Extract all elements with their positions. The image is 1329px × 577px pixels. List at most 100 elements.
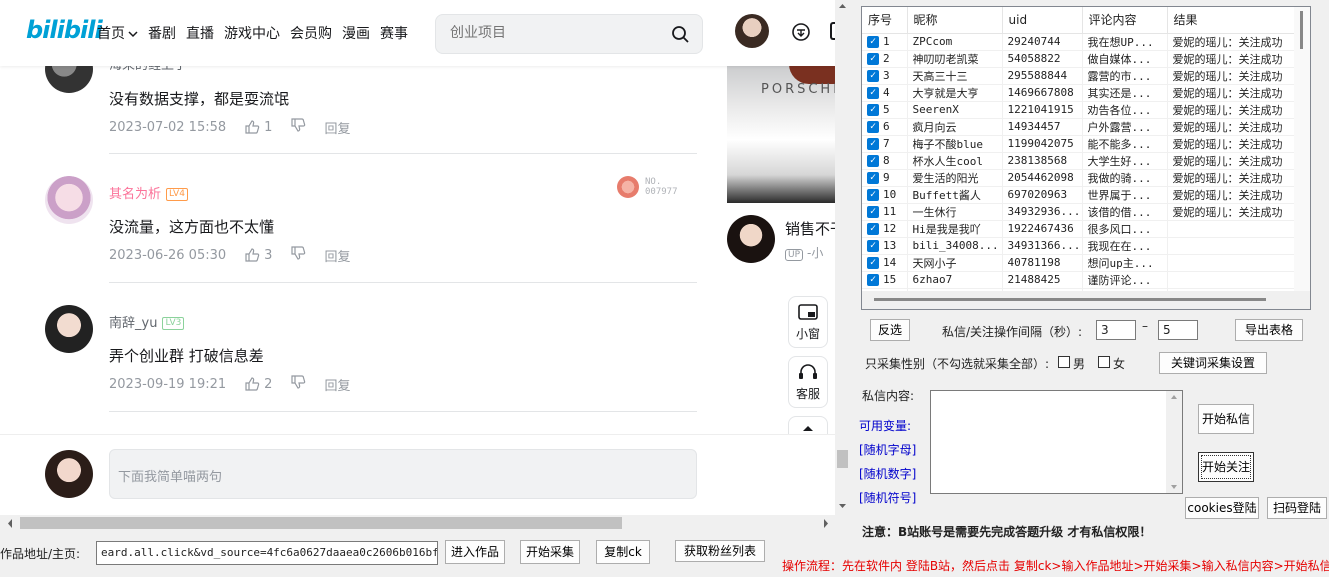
customer-service-button[interactable]: 客服	[788, 356, 828, 408]
like-button[interactable]: 1	[244, 119, 272, 135]
row-checkbox[interactable]: ✓	[867, 172, 879, 184]
browser-horizontal-scrollbar[interactable]	[0, 515, 835, 532]
avatar[interactable]	[45, 305, 93, 353]
textarea-scrollbar[interactable]	[1166, 391, 1182, 493]
table-row[interactable]: ✓ 8 杯水人生cool 238138568 大学生好... 爱妮的瑶儿：关注成功	[862, 152, 1298, 170]
dislike-button[interactable]	[290, 117, 306, 137]
table-row[interactable]: ✓ 6 疯月向云 14934457 户外露营... 爱妮的瑶儿：关注成功	[862, 118, 1298, 136]
table-horizontal-scrollbar[interactable]	[862, 291, 1310, 309]
user-avatar[interactable]	[735, 14, 769, 48]
row-checkbox[interactable]: ✓	[867, 53, 879, 65]
interval-min-input[interactable]: 3	[1096, 320, 1136, 340]
reply-button[interactable]: 回复	[324, 118, 350, 137]
url-input[interactable]: eard.all.click&vd_source=4fc6a0627daaea0…	[96, 541, 438, 565]
table-row[interactable]: ✓ 10 Buffett酱人 697020963 世界属于... 爱妮的瑶儿：关注成功	[862, 186, 1298, 204]
qr-login-button[interactable]: 扫码登陆	[1267, 497, 1327, 519]
var-random-letter[interactable]: [随机字母]	[859, 441, 916, 458]
reply-input[interactable]: 下面我简单喵两句	[109, 449, 697, 499]
table-row[interactable]: ✓ 11 一生休行 34932936... 该借的借... 爱妮的瑶儿：关注成功	[862, 203, 1298, 221]
table-row[interactable]: ✓ 1 ZPCcom 29240744 我在想UP... 爱妮的瑶儿：关注成功	[862, 33, 1298, 51]
header-uid[interactable]: uid	[1002, 7, 1083, 34]
message-textarea[interactable]	[930, 390, 1183, 494]
start-follow-button[interactable]: 开始关注	[1198, 452, 1254, 482]
like-button[interactable]: 3	[244, 247, 272, 263]
header-nickname[interactable]: 昵称	[907, 7, 1003, 34]
table-vertical-scrollbar[interactable]	[1294, 7, 1310, 291]
comment-author[interactable]: 南辞_yu LV3	[109, 312, 185, 331]
nav-home[interactable]: 首页	[97, 23, 138, 43]
dislike-button[interactable]	[290, 374, 306, 394]
male-checkbox[interactable]	[1058, 356, 1070, 368]
table-row[interactable]: ✓ 15 6zhao7 21488425 谨防评论...	[862, 271, 1298, 289]
header-edge-icon[interactable]	[830, 22, 835, 40]
row-checkbox[interactable]: ✓	[867, 274, 879, 286]
search-icon[interactable]	[670, 24, 690, 44]
start-message-button[interactable]: 开始私信	[1198, 404, 1254, 434]
var-random-symbol[interactable]: [随机符号]	[859, 489, 916, 506]
nav-esports[interactable]: 赛事	[380, 23, 408, 43]
row-checkbox[interactable]: ✓	[867, 87, 879, 99]
export-table-button[interactable]: 导出表格	[1235, 319, 1303, 341]
interval-label: 私信/关注操作间隔（秒）:	[942, 325, 1083, 339]
table-row[interactable]: ✓ 2 神叨叨老凯菜 54058822 做自媒体... 爱妮的瑶儿：关注成功	[862, 50, 1298, 68]
interval-max-input[interactable]: 5	[1158, 320, 1198, 340]
bilibili-logo[interactable]: bilibili	[26, 16, 103, 44]
row-checkbox[interactable]: ✓	[867, 206, 879, 218]
var-random-number[interactable]: [随机数字]	[859, 465, 916, 482]
table-row[interactable]: ✓ 7 梅子不酸blue 1199042075 能不能多... 爱妮的瑶儿：关注成功	[862, 135, 1298, 153]
avatar[interactable]	[45, 176, 93, 224]
row-checkbox[interactable]: ✓	[867, 138, 879, 150]
scroll-thumb[interactable]	[20, 517, 622, 529]
female-checkbox[interactable]	[1098, 356, 1110, 368]
like-button[interactable]: 2	[244, 376, 272, 392]
row-checkbox[interactable]: ✓	[867, 189, 879, 201]
dislike-button[interactable]	[290, 245, 306, 265]
scroll-thumb[interactable]	[874, 298, 1266, 301]
membership-icon[interactable]	[791, 22, 811, 42]
mini-window-button[interactable]: 小窗	[788, 296, 828, 348]
video-thumbnail[interactable]: PORSCHE	[727, 62, 835, 203]
nav-game-center[interactable]: 游戏中心	[224, 23, 280, 43]
nav-live[interactable]: 直播	[186, 23, 214, 43]
nav-manga[interactable]: 漫画	[342, 23, 370, 43]
table-row[interactable]: ✓ 3 天高三十三 295588844 露营的市... 爱妮的瑶儿：关注成功	[862, 67, 1298, 85]
table-row[interactable]: ✓ 12 Hi是我是我吖 1922467436 很多风口...	[862, 220, 1298, 238]
table-row[interactable]: ✓ 4 大亨就是大亨 1469667808 其实还是... 爱妮的瑶儿：关注成功	[862, 84, 1298, 102]
table-row[interactable]: ✓ 9 爱生活的阳光 2054462098 我做的骑... 爱妮的瑶儿：关注成功	[862, 169, 1298, 187]
row-checkbox[interactable]: ✓	[867, 155, 879, 167]
header-comment[interactable]: 评论内容	[1082, 7, 1168, 34]
browser-vertical-scrollbar[interactable]	[835, 0, 850, 515]
table-row[interactable]: ✓ 13 bili_34008... 34931366... 我现在在...	[862, 237, 1298, 255]
cookies-login-button[interactable]: cookies登陆	[1185, 497, 1259, 519]
row-checkbox[interactable]: ✓	[867, 104, 879, 116]
copy-ck-button[interactable]: 复制ck	[596, 540, 650, 564]
result-cell	[1167, 271, 1298, 289]
row-checkbox[interactable]: ✓	[867, 121, 879, 133]
invert-selection-button[interactable]: 反选	[870, 319, 910, 341]
row-checkbox[interactable]: ✓	[867, 223, 879, 235]
header-result[interactable]: 结果	[1167, 7, 1298, 34]
table-row[interactable]: ✓ 5 SeerenX 1221041915 劝告各位... 爱妮的瑶儿：关注成功	[862, 101, 1298, 119]
get-fans-button[interactable]: 获取粉丝列表	[675, 540, 765, 562]
row-checkbox[interactable]: ✓	[867, 257, 879, 269]
comment-author[interactable]: 其名为析 LV4	[109, 183, 188, 202]
row-checkbox[interactable]: ✓	[867, 240, 879, 252]
nav-anime[interactable]: 番剧	[148, 23, 176, 43]
enter-work-button[interactable]: 进入作品	[445, 540, 505, 564]
keyword-collect-settings-button[interactable]: 关键词采集设置	[1159, 352, 1267, 374]
table-row[interactable]: ✓ 14 天网小子 40781198 想问up主...	[862, 254, 1298, 272]
reply-button[interactable]: 回复	[324, 375, 350, 394]
recommend-avatar[interactable]	[727, 215, 775, 263]
search-input[interactable]	[450, 25, 650, 41]
nav-membership-shop[interactable]: 会员购	[290, 23, 332, 43]
divider	[109, 153, 697, 154]
header-index[interactable]: 序号	[862, 7, 908, 34]
scroll-thumb[interactable]	[837, 450, 848, 468]
row-checkbox[interactable]: ✓	[867, 36, 879, 48]
start-collect-button[interactable]: 开始采集	[520, 540, 580, 564]
scroll-thumb[interactable]	[1300, 11, 1303, 49]
recommend-title[interactable]: 销售不干	[785, 218, 835, 239]
row-checkbox[interactable]: ✓	[867, 70, 879, 82]
reply-button[interactable]: 回复	[324, 246, 350, 265]
nickname-cell: 神叨叨老凯菜	[907, 50, 1003, 68]
